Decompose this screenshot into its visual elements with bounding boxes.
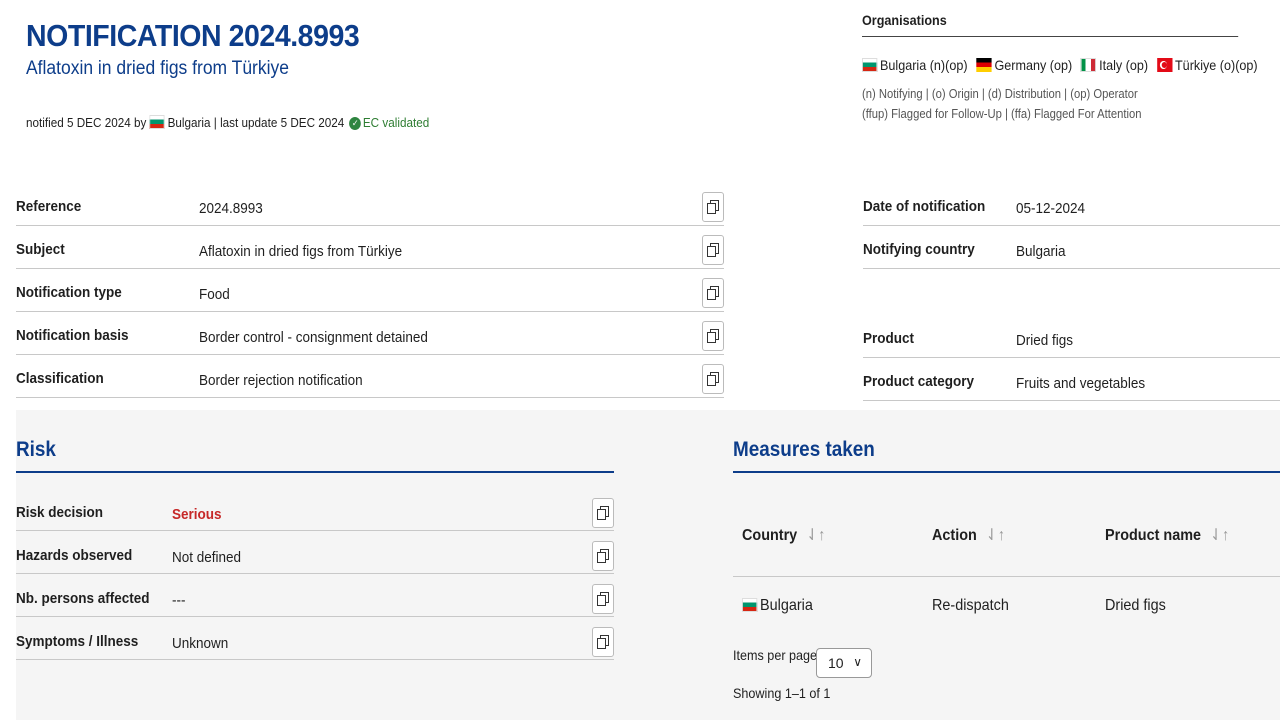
org-italy: Italy (op) [1081,57,1148,73]
table-header-divider [733,576,1280,577]
org-turkiye: Türkiye (o)(op) [1156,57,1258,73]
page-title: NOTIFICATION 2024.8993 [26,18,360,53]
copy-icon [707,372,719,386]
risk-and-measures-panel: Risk Risk decision Serious Hazards obser… [16,410,1280,720]
copy-persons-affected-button[interactable] [592,584,614,614]
table-cell-action: Re-dispatch [932,597,1009,614]
organisations-list: Bulgaria (n)(op) Germany (op) Italy (op)… [862,57,1258,73]
copy-icon [597,506,609,520]
risk-row-decision: Risk decision Serious [16,498,614,531]
chevron-down-icon: ∨ [853,655,862,669]
notified-date: notified 5 DEC 2024 by [26,115,147,130]
column-header-product-name[interactable]: Product name ⇃↑ [1105,525,1229,545]
copy-classification-button[interactable] [702,364,724,394]
notification-meta: notified 5 DEC 2024 by Bulgaria | last u… [26,115,429,130]
italy-flag-icon [1081,58,1097,72]
notified-country: Bulgaria [167,115,211,130]
copy-notification-basis-button[interactable] [702,321,724,351]
pagination-summary: Showing 1–1 of 1 [733,685,831,701]
items-per-page-select[interactable]: 10 ∨ [816,648,872,678]
risk-decision-value: Serious [172,506,222,523]
bulgaria-flag-icon [862,58,878,72]
copy-reference-button[interactable] [702,192,724,222]
detail-row-classification: Classification Border rejection notifica… [16,364,724,398]
organisations-panel: Organisations Bulgaria (n)(op) Germany (… [862,12,1280,121]
copy-symptoms-button[interactable] [592,627,614,657]
detail-row-date-of-notification: Date of notification 05-12-2024 [863,192,1280,226]
column-header-country[interactable]: Country ⇃↑ [742,525,825,545]
column-header-action[interactable]: Action ⇃↑ [932,525,1005,545]
items-per-page-value: 10 [828,655,844,671]
copy-icon [597,592,609,606]
table-cell-product: Dried figs [1105,597,1166,614]
copy-subject-button[interactable] [702,235,724,265]
measures-divider [733,471,1280,473]
items-per-page-label: Items per page: [733,647,821,663]
detail-row-notification-basis: Notification basis Border control - cons… [16,321,724,355]
check-circle-icon: ✓ [349,117,362,130]
risk-divider [16,471,614,473]
sort-arrows-icon[interactable]: ⇃↑ [986,525,1005,545]
risk-row-persons-affected: Nb. persons affected --- [16,584,614,617]
detail-row-product: Product Dried figs [863,324,1280,358]
page-subtitle: Aflatoxin in dried figs from Türkiye [26,58,289,79]
detail-row-product-category: Product category Fruits and vegetables [863,367,1280,401]
copy-notification-type-button[interactable] [702,278,724,308]
germany-flag-icon [976,58,992,72]
risk-section-title: Risk [16,438,56,461]
org-germany: Germany (op) [976,57,1072,73]
last-update: | last update 5 DEC 2024 [213,115,345,130]
copy-risk-decision-button[interactable] [592,498,614,528]
copy-icon [707,200,719,214]
risk-row-symptoms: Symptoms / Illness Unknown [16,627,614,660]
detail-row-notifying-country: Notifying country Bulgaria [863,235,1280,269]
risk-row-hazards: Hazards observed Not defined [16,541,614,574]
ec-validated-badge: EC validated [362,115,430,130]
copy-icon [597,549,609,563]
organisations-legend-flags: (ffup) Flagged for Follow-Up | (ffa) Fla… [862,107,1142,121]
copy-icon [707,329,719,343]
sort-arrows-icon[interactable]: ⇃↑ [1210,525,1229,545]
table-cell-country: Bulgaria [742,597,813,615]
bulgaria-flag-icon [742,598,758,612]
turkiye-flag-icon [1156,58,1173,72]
organisations-title: Organisations [862,12,1239,37]
org-bulgaria: Bulgaria (n)(op) [862,57,968,73]
copy-icon [597,635,609,649]
copy-icon [707,286,719,300]
copy-icon [707,243,719,257]
organisations-legend-roles: (n) Notifying | (o) Origin | (d) Distrib… [862,87,1138,101]
measures-section-title: Measures taken [733,438,875,461]
sort-arrows-icon[interactable]: ⇃↑ [806,525,825,545]
detail-row-subject: Subject Aflatoxin in dried figs from Tür… [16,235,724,269]
bulgaria-flag-icon [149,115,165,129]
copy-hazards-button[interactable] [592,541,614,571]
detail-row-reference: Reference 2024.8993 [16,192,724,226]
detail-row-notification-type: Notification type Food [16,278,724,312]
